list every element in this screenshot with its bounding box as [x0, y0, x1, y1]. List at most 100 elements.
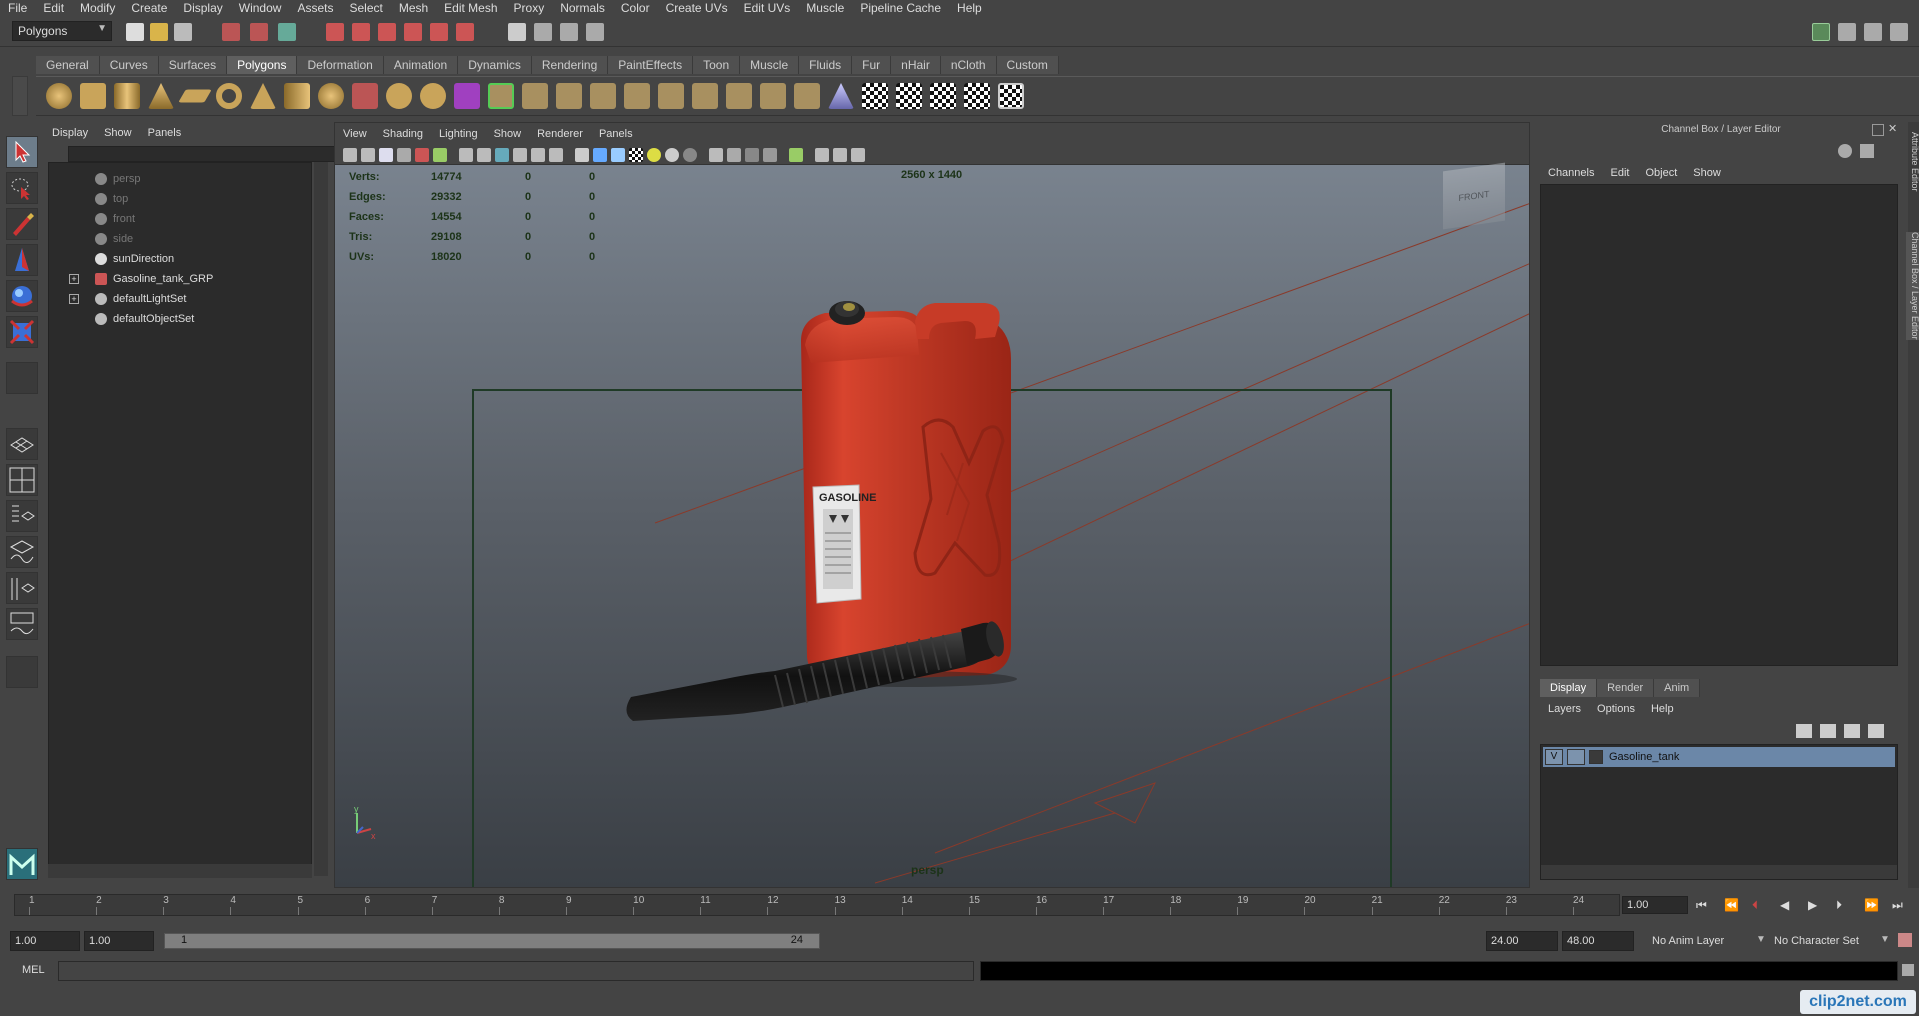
layer-menu-layers[interactable]: Layers	[1540, 698, 1589, 720]
tab-animation[interactable]: Animation	[383, 56, 459, 74]
smooth-icon[interactable]	[454, 83, 480, 109]
current-frame-field[interactable]: 1.00	[1622, 896, 1688, 914]
anim-layer-selector[interactable]: No Anim Layer	[1652, 935, 1724, 947]
menu-edit[interactable]: Edit	[35, 0, 72, 17]
ipr-render-icon[interactable]	[560, 23, 578, 41]
poly-sphere-icon[interactable]	[46, 83, 72, 109]
side-tab-channel-box[interactable]: Channel Box / Layer Editor	[1906, 232, 1919, 340]
poly-cone-icon[interactable]	[148, 83, 174, 109]
menu-edit-mesh[interactable]: Edit Mesh	[436, 0, 505, 17]
step-forward-frame-icon[interactable]: ⏵	[1836, 898, 1842, 913]
snap-point-icon[interactable]	[378, 23, 396, 41]
layout-toggle-a[interactable]	[6, 656, 38, 688]
poly-pyramid-icon[interactable]	[250, 83, 276, 109]
tab-nhair[interactable]: nHair	[891, 56, 941, 74]
sculpt-tool-icon[interactable]	[828, 83, 854, 109]
layer-color-swatch[interactable]	[1589, 750, 1603, 764]
planar-mapping-icon[interactable]	[862, 83, 888, 109]
collapse-icon[interactable]	[794, 83, 820, 109]
step-back-frame-icon[interactable]: ⏴	[1752, 898, 1758, 913]
outliner-item-gasoline-tank-grp[interactable]: + Gasoline_tank_GRP	[49, 269, 309, 289]
channel-box-attributes[interactable]	[1540, 184, 1898, 666]
select-hierarchy-icon[interactable]	[222, 23, 240, 41]
snap-live-icon[interactable]	[430, 23, 448, 41]
select-tool-icon[interactable]	[6, 136, 38, 168]
tab-painteffects[interactable]: PaintEffects	[608, 56, 694, 74]
maya-logo-icon[interactable]	[6, 848, 38, 880]
channel-box-toggle-icon[interactable]	[1890, 23, 1908, 41]
outliner-item-defaultobjectset[interactable]: defaultObjectSet	[49, 309, 309, 329]
outliner-item-defaultlightset[interactable]: + defaultLightSet	[49, 289, 309, 309]
menu-color[interactable]: Color	[613, 0, 658, 17]
tab-anim-layers[interactable]: Anim	[1654, 679, 1701, 697]
separate-icon[interactable]	[386, 83, 412, 109]
channel-box-pick-icon[interactable]	[1860, 144, 1874, 158]
bevel-icon[interactable]	[692, 83, 718, 109]
outliner-item-sundirection[interactable]: sunDirection	[49, 249, 309, 269]
tab-general[interactable]: General	[36, 56, 100, 74]
tab-ncloth[interactable]: nCloth	[940, 56, 997, 74]
chevron-down-icon[interactable]: ▼	[1880, 934, 1890, 945]
select-component-icon[interactable]	[278, 23, 296, 41]
poly-cube-icon[interactable]	[80, 83, 106, 109]
scale-tool-icon[interactable]	[6, 316, 38, 348]
menu-edit-uvs[interactable]: Edit UVs	[736, 0, 799, 17]
move-layer-down-icon[interactable]	[1820, 724, 1836, 738]
tab-toon[interactable]: Toon	[693, 56, 741, 74]
channel-menu-show[interactable]: Show	[1685, 162, 1729, 184]
poly-torus-icon[interactable]	[216, 83, 242, 109]
menu-normals[interactable]: Normals	[552, 0, 613, 17]
play-backwards-icon[interactable]: ◀	[1780, 898, 1789, 912]
lasso-tool-icon[interactable]	[6, 172, 38, 204]
combine-icon[interactable]	[352, 83, 378, 109]
persp-outliner-layout-icon[interactable]	[6, 500, 38, 532]
rotate-tool-icon[interactable]	[6, 280, 38, 312]
merge-to-center-icon[interactable]	[760, 83, 786, 109]
tab-fluids[interactable]: Fluids	[799, 56, 853, 74]
shelf-menu-grip[interactable]	[12, 76, 28, 116]
layer-row-gasoline-tank[interactable]: V Gasoline_tank	[1543, 747, 1895, 767]
outliner-menu-panels[interactable]: Panels	[140, 122, 190, 144]
tab-rendering[interactable]: Rendering	[531, 56, 609, 74]
tab-curves[interactable]: Curves	[99, 56, 159, 74]
channel-menu-object[interactable]: Object	[1637, 162, 1685, 184]
playback-start-field[interactable]: 1.00	[84, 931, 154, 951]
menu-create[interactable]: Create	[123, 0, 175, 17]
animation-preferences-icon[interactable]	[1898, 933, 1912, 947]
menu-file[interactable]: File	[0, 0, 35, 17]
open-scene-icon[interactable]	[150, 23, 168, 41]
tab-dynamics[interactable]: Dynamics	[458, 56, 532, 74]
new-layer-icon[interactable]	[1844, 724, 1860, 738]
poly-pipe-icon[interactable]	[284, 83, 310, 109]
merge-icon[interactable]	[726, 83, 752, 109]
tab-custom[interactable]: Custom	[996, 56, 1059, 74]
menu-select[interactable]: Select	[341, 0, 390, 17]
poly-plane-icon[interactable]	[178, 89, 212, 103]
spherical-mapping-icon[interactable]	[930, 83, 956, 109]
poly-soccer-ball-icon[interactable]	[318, 83, 344, 109]
cylindrical-mapping-icon[interactable]	[896, 83, 922, 109]
outliner-horizontal-scrollbar[interactable]	[48, 864, 312, 878]
layer-menu-help[interactable]: Help	[1643, 698, 1682, 720]
outliner-menu-show[interactable]: Show	[96, 122, 140, 144]
offset-edge-loop-icon[interactable]	[658, 83, 684, 109]
tab-render-layers[interactable]: Render	[1597, 679, 1655, 697]
command-input[interactable]	[58, 961, 974, 981]
append-polygon-icon[interactable]	[556, 83, 582, 109]
tab-polygons[interactable]: Polygons	[227, 56, 298, 74]
close-icon[interactable]: ✕	[1888, 124, 1900, 136]
expand-icon[interactable]: +	[69, 294, 79, 304]
outliner-vertical-scrollbar[interactable]	[314, 162, 328, 876]
menu-display[interactable]: Display	[175, 0, 230, 17]
tool-settings-toggle-icon[interactable]	[1864, 23, 1882, 41]
snap-grid-icon[interactable]	[326, 23, 344, 41]
tab-display-layers[interactable]: Display	[1540, 679, 1598, 697]
tab-fur[interactable]: Fur	[852, 56, 892, 74]
outliner-item-persp[interactable]: persp	[49, 169, 309, 189]
channel-menu-edit[interactable]: Edit	[1602, 162, 1637, 184]
menu-assets[interactable]: Assets	[289, 0, 341, 17]
animation-end-field[interactable]: 48.00	[1562, 931, 1634, 951]
layer-playback-toggle[interactable]	[1567, 749, 1585, 765]
new-layer-from-selection-icon[interactable]	[1868, 724, 1884, 738]
snap-plane-icon[interactable]	[404, 23, 422, 41]
